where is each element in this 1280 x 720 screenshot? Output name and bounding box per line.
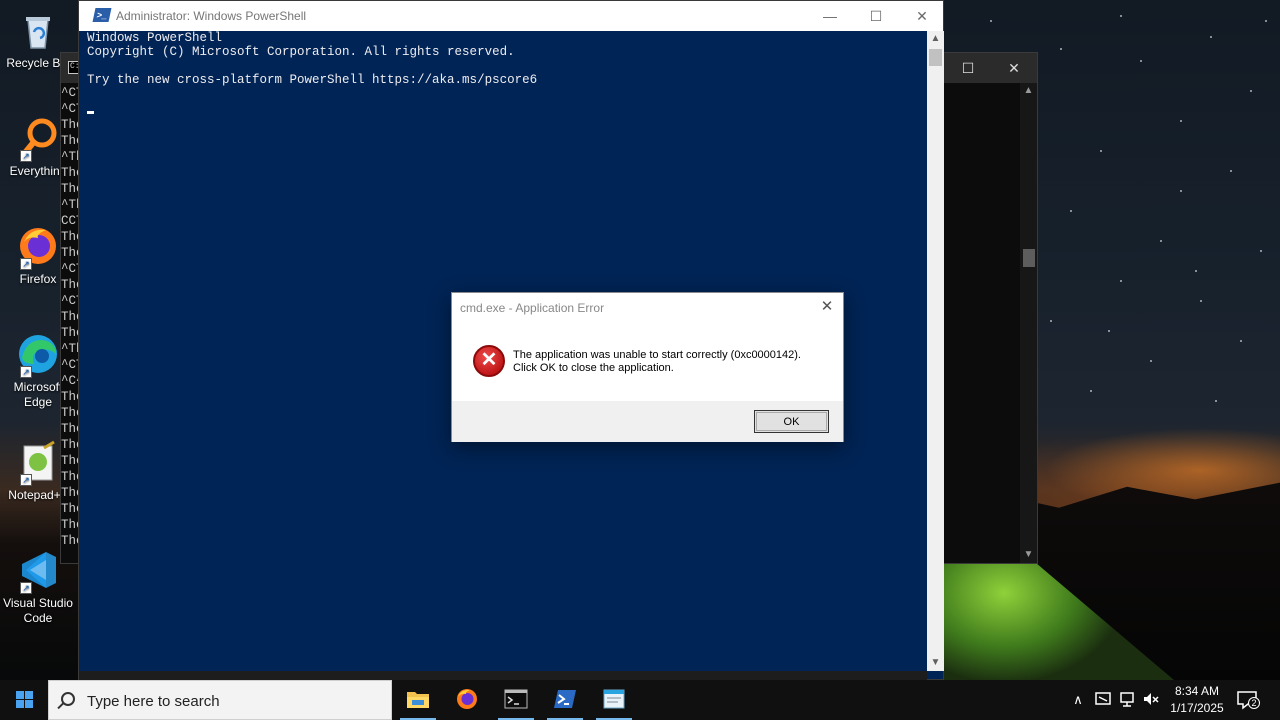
star: [1180, 120, 1182, 122]
scroll-up-arrow-icon[interactable]: ▲: [927, 33, 944, 44]
console-line: Windows PowerShell: [87, 31, 223, 45]
star: [1240, 340, 1242, 342]
dialog-footer: OK: [452, 401, 843, 442]
ok-button[interactable]: OK: [754, 410, 829, 433]
scroll-down-arrow-icon[interactable]: ▼: [927, 657, 944, 668]
powershell-icon: [554, 690, 576, 708]
taskbar-search[interactable]: [48, 680, 392, 720]
search-icon: [61, 692, 75, 706]
console-line: ​: [87, 59, 923, 73]
show-hidden-icons-chevron-icon[interactable]: ∧: [1068, 690, 1088, 710]
scroll-thumb[interactable]: [929, 49, 942, 66]
star: [1120, 280, 1122, 282]
taskbar-clock[interactable]: 8:34 AM 1/17/2025: [1166, 683, 1228, 717]
edge-icon: ↗: [16, 332, 60, 378]
star: [1195, 270, 1197, 272]
scroll-down-arrow-icon[interactable]: ▼: [1020, 549, 1037, 560]
star: [1230, 170, 1232, 172]
shortcut-arrow-icon: ↗: [20, 150, 32, 162]
application-error-dialog[interactable]: cmd.exe - Application Error ✕ ✕ The appl…: [451, 292, 844, 442]
error-icon: ✕: [473, 345, 505, 377]
dialog-close-button[interactable]: ✕: [817, 297, 837, 317]
cmd-vertical-scrollbar[interactable]: ▲ ▼: [1020, 83, 1037, 563]
dialog-title: cmd.exe - Application Error: [460, 301, 605, 315]
taskbar: ∧ 8:34 AM 1/17/2025 2: [0, 680, 1280, 720]
taskbar-file-explorer[interactable]: [394, 680, 442, 720]
star: [1108, 330, 1110, 332]
firefox-icon: ↗: [16, 224, 60, 270]
star: [1120, 15, 1122, 17]
star: [1070, 210, 1072, 212]
network-icon[interactable]: [1117, 690, 1137, 710]
taskbar-terminal[interactable]: [492, 680, 540, 720]
console-line: Try the new cross-platform PowerShell ht…: [87, 73, 538, 87]
notification-count-badge: 2: [1248, 697, 1260, 709]
notification-center-button[interactable]: 2: [1236, 689, 1260, 711]
powershell-titlebar[interactable]: >_ Administrator: Windows PowerShell — ☐…: [79, 1, 943, 31]
dialog-message-line: Click OK to close the application.: [513, 362, 674, 374]
firefox-icon: [457, 689, 477, 709]
close-button[interactable]: ✕: [899, 1, 945, 31]
desktop-icon-label: Visual Studio Code: [3, 596, 73, 625]
star: [1060, 48, 1062, 50]
scroll-up-arrow-icon[interactable]: ▲: [1020, 85, 1037, 96]
shortcut-arrow-icon: ↗: [20, 366, 32, 378]
shortcut-arrow-icon: ↗: [20, 474, 32, 486]
powershell-app-icon: >_: [92, 8, 112, 22]
notepadpp-icon: ↗: [16, 440, 60, 486]
cmd-close-button[interactable]: ✕: [991, 53, 1037, 83]
terminal-icon: [504, 689, 528, 709]
security-tray-icon[interactable]: [1093, 690, 1113, 710]
star: [1160, 240, 1162, 242]
clock-time: 8:34 AM: [1174, 684, 1220, 698]
taskbar-powershell[interactable]: [541, 680, 589, 720]
shortcut-arrow-icon: ↗: [20, 582, 32, 594]
star: [1140, 60, 1142, 62]
volume-muted-icon[interactable]: [1141, 690, 1161, 710]
cmd-maximize-button[interactable]: ☐: [945, 53, 991, 83]
star: [1050, 320, 1052, 322]
everything-search-icon: ↗: [16, 116, 60, 162]
scroll-thumb[interactable]: [1023, 249, 1035, 267]
star: [1200, 300, 1202, 302]
star: [1180, 190, 1182, 192]
star: [1265, 20, 1267, 22]
search-input[interactable]: [87, 690, 377, 712]
powershell-vertical-scrollbar[interactable]: ▲ ▼: [927, 31, 944, 671]
powershell-horizontal-scrollbar[interactable]: [79, 671, 927, 680]
star: [1215, 400, 1217, 402]
recycle-bin-icon: [16, 8, 60, 52]
star: [990, 20, 992, 22]
console-line: Copyright (C) Microsoft Corporation. All…: [87, 45, 515, 59]
notepad-icon: [603, 689, 625, 709]
file-explorer-icon: [407, 692, 429, 708]
shortcut-arrow-icon: ↗: [20, 258, 32, 270]
star: [1150, 360, 1152, 362]
star: [1250, 90, 1252, 92]
star: [1100, 150, 1102, 152]
minimize-button[interactable]: —: [807, 1, 853, 31]
taskbar-notepad[interactable]: [590, 680, 638, 720]
maximize-button[interactable]: ☐: [853, 1, 899, 31]
dialog-message: The application was unable to start corr…: [513, 349, 801, 375]
start-button[interactable]: [0, 680, 48, 720]
clock-date: 1/17/2025: [1170, 701, 1224, 715]
star: [1260, 250, 1262, 252]
dialog-message-line: The application was unable to start corr…: [513, 349, 801, 361]
vscode-icon: ↗: [16, 548, 60, 594]
star: [1090, 390, 1092, 392]
taskbar-firefox[interactable]: [443, 680, 491, 720]
window-title: Administrator: Windows PowerShell: [116, 9, 307, 23]
star: [1210, 36, 1212, 38]
text-cursor: [87, 111, 94, 114]
